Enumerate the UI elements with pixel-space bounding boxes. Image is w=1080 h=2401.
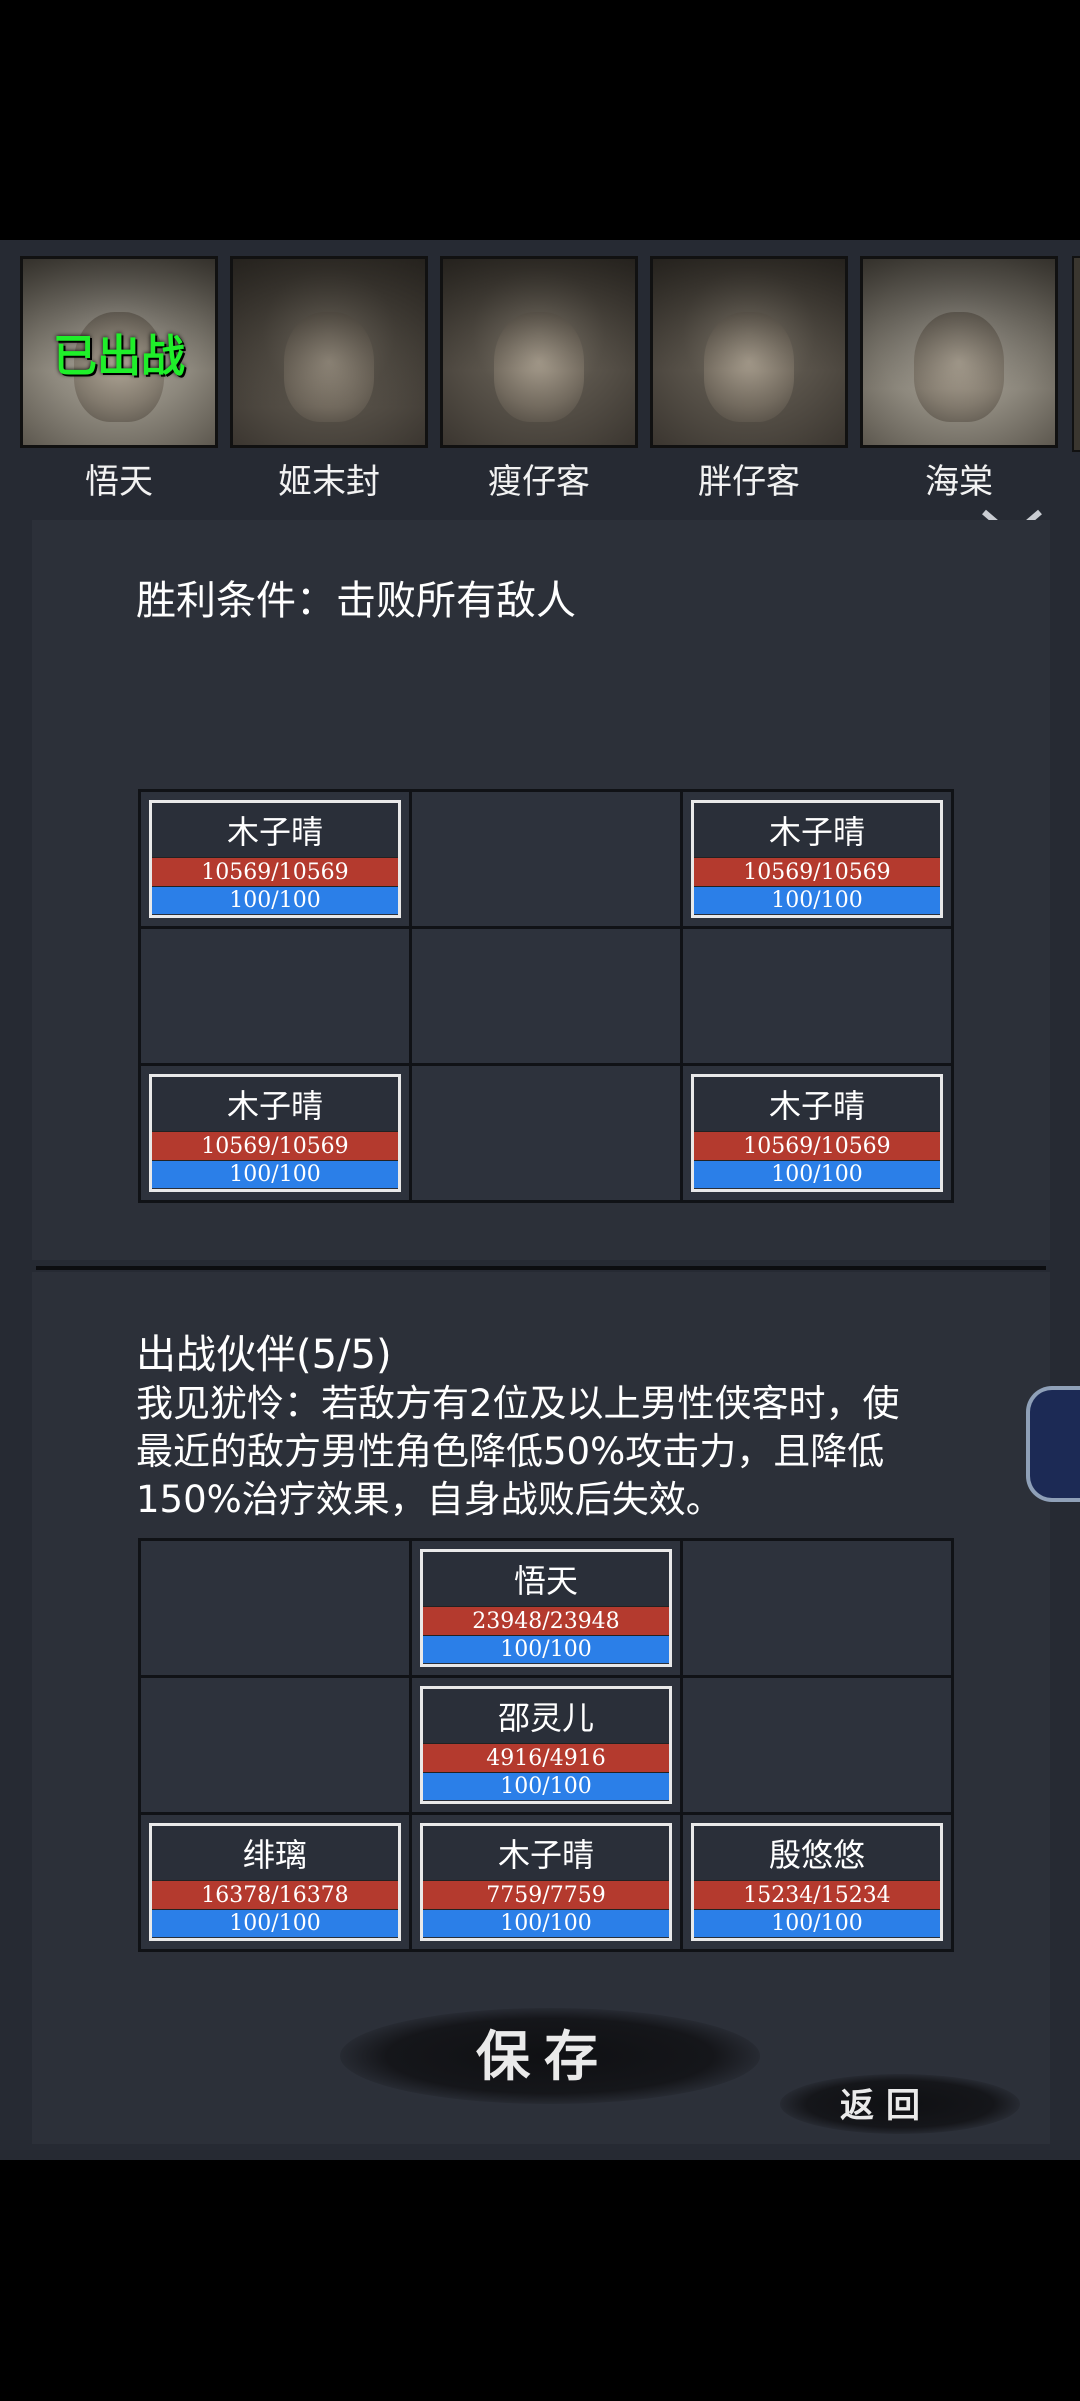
hero-selector-strip[interactable]: 已出战 悟天 姬末封 瘦仔客 胖仔客 海棠 [0, 256, 1080, 506]
hero-portrait [650, 256, 848, 448]
hp-bar: 10569/10569 [694, 1131, 940, 1160]
mp-bar: 100/100 [694, 1160, 940, 1188]
hp-bar: 16378/16378 [152, 1880, 398, 1909]
formation-slot[interactable]: 木子晴 10569/10569 100/100 [683, 1066, 951, 1200]
unit-name: 木子晴 [226, 1087, 323, 1125]
hero-card-shouzaike[interactable]: 瘦仔客 [440, 256, 638, 503]
mp-bar: 100/100 [423, 1772, 669, 1800]
formation-slot[interactable]: 殷悠悠 15234/15234 100/100 [683, 1815, 951, 1949]
unit-name: 木子晴 [226, 813, 323, 851]
formation-slot[interactable]: 木子晴 10569/10569 100/100 [683, 792, 951, 926]
back-button[interactable]: 返回 [840, 2078, 932, 2127]
skill-description: 我见犹怜：若敌方有2位及以上男性侠客时，使最近的敌方男性角色降低50%攻击力，且… [136, 1382, 900, 1521]
side-menu-tab[interactable] [1026, 1386, 1080, 1502]
section-divider [36, 1266, 1046, 1270]
hero-card-jimofeng[interactable]: 姬末封 [230, 256, 428, 503]
hp-bar: 15234/15234 [694, 1880, 940, 1909]
mp-bar: 100/100 [152, 886, 398, 914]
formation-slot[interactable]: 邵灵儿 4916/4916 100/100 [412, 1678, 680, 1812]
formation-slot[interactable] [412, 1066, 680, 1200]
navigation-bar-area [0, 2160, 1080, 2401]
hero-card-pangzaike[interactable]: 胖仔客 [650, 256, 848, 503]
hero-portrait: 已出战 [20, 256, 218, 448]
hero-name: 瘦仔客 [488, 462, 590, 502]
formation-slot[interactable] [412, 929, 680, 1063]
unit-name: 悟天 [513, 1562, 578, 1600]
unit-card[interactable]: 邵灵儿 4916/4916 100/100 [420, 1686, 672, 1804]
formation-slot[interactable]: 木子晴 10569/10569 100/100 [141, 792, 409, 926]
unit-name: 绯璃 [242, 1836, 307, 1874]
unit-name: 邵灵儿 [497, 1699, 594, 1737]
unit-card[interactable]: 木子晴 7759/7759 100/100 [420, 1823, 672, 1941]
unit-card[interactable]: 绯璃 16378/16378 100/100 [149, 1823, 401, 1941]
unit-name: 木子晴 [497, 1836, 594, 1874]
hero-portrait [860, 256, 1058, 448]
unit-card[interactable]: 殷悠悠 15234/15234 100/100 [691, 1823, 943, 1941]
formation-slot[interactable]: 木子晴 10569/10569 100/100 [141, 1066, 409, 1200]
hp-bar: 7759/7759 [423, 1880, 669, 1909]
hero-name: 胖仔客 [698, 462, 800, 502]
unit-card[interactable]: 木子晴 10569/10569 100/100 [149, 800, 401, 918]
formation-slot[interactable] [141, 1541, 409, 1675]
hero-name: 姬末封 [278, 462, 380, 502]
hp-bar: 10569/10569 [152, 1131, 398, 1160]
hero-name: 悟天 [85, 462, 153, 502]
formation-slot[interactable]: 木子晴 7759/7759 100/100 [412, 1815, 680, 1949]
deployed-badge: 已出战 [53, 331, 185, 382]
unit-card[interactable]: 悟天 23948/23948 100/100 [420, 1549, 672, 1667]
unit-name: 木子晴 [768, 813, 865, 851]
hp-bar: 23948/23948 [423, 1606, 669, 1635]
mp-bar: 100/100 [694, 1909, 940, 1937]
mp-bar: 100/100 [423, 1635, 669, 1663]
enemy-formation-grid: 木子晴 10569/10569 100/100 木子晴 10569/10569 100/1… [138, 789, 954, 1203]
formation-slot[interactable] [683, 1678, 951, 1812]
hp-bar: 10569/10569 [152, 857, 398, 886]
formation-slot[interactable] [683, 929, 951, 1063]
status-bar-area [0, 0, 1080, 240]
unit-card[interactable]: 木子晴 10569/10569 100/100 [149, 1074, 401, 1192]
hp-bar: 4916/4916 [423, 1743, 669, 1772]
mp-bar: 100/100 [152, 1909, 398, 1937]
unit-card[interactable]: 木子晴 10569/10569 100/100 [691, 800, 943, 918]
hero-portrait [230, 256, 428, 448]
mp-bar: 100/100 [694, 886, 940, 914]
unit-name: 殷悠悠 [768, 1836, 865, 1874]
hero-card-haitang[interactable]: 海棠 [860, 256, 1058, 503]
unit-card[interactable]: 木子晴 10569/10569 100/100 [691, 1074, 943, 1192]
hero-portrait [440, 256, 638, 448]
partners-title: 出战伙伴(5/5) [136, 1332, 392, 1378]
hp-bar: 10569/10569 [694, 857, 940, 886]
ally-formation-grid: 悟天 23948/23948 100/100 邵灵儿 4916/4916 100/100 绯… [138, 1538, 954, 1952]
hero-card-wutian[interactable]: 已出战 悟天 [20, 256, 218, 503]
victory-condition: 胜利条件：击败所有敌人 [136, 578, 576, 624]
hero-name: 海棠 [925, 462, 993, 502]
unit-name: 木子晴 [768, 1087, 865, 1125]
mp-bar: 100/100 [423, 1909, 669, 1937]
formation-slot[interactable] [683, 1541, 951, 1675]
formation-slot[interactable]: 绯璃 16378/16378 100/100 [141, 1815, 409, 1949]
formation-slot[interactable] [141, 1678, 409, 1812]
formation-slot[interactable] [141, 929, 409, 1063]
formation-slot[interactable]: 悟天 23948/23948 100/100 [412, 1541, 680, 1675]
save-button[interactable]: 保存 [476, 2012, 612, 2091]
formation-slot[interactable] [412, 792, 680, 926]
hero-card-partial[interactable] [1072, 256, 1080, 452]
mp-bar: 100/100 [152, 1160, 398, 1188]
